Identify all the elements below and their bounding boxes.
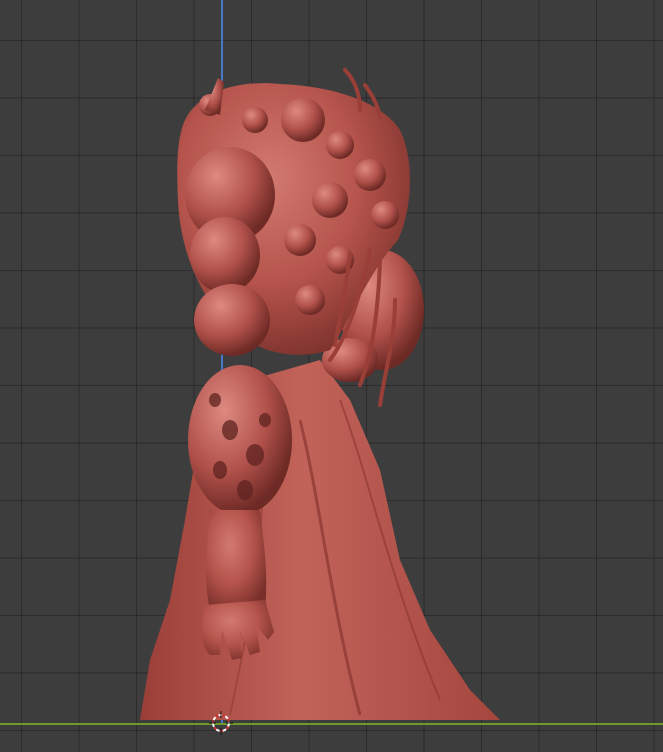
sculpt-model[interactable]	[0, 0, 663, 752]
3d-cursor-icon[interactable]	[209, 711, 233, 735]
3d-viewport[interactable]	[0, 0, 663, 752]
head-lump	[281, 98, 325, 142]
